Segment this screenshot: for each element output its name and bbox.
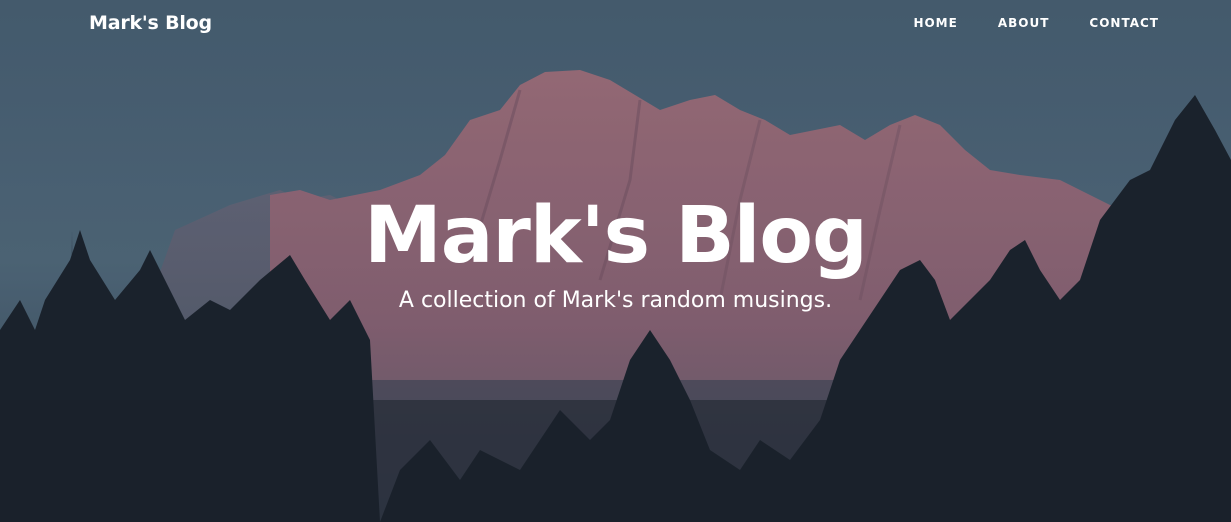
nav-link-about[interactable]: ABOUT	[998, 16, 1050, 30]
hero-heading-block: Mark's Blog A collection of Mark's rando…	[0, 190, 1231, 313]
hero-subtitle: A collection of Mark's random musings.	[398, 288, 833, 313]
hero-section: Mark's Blog HOME ABOUT CONTACT Mark's Bl…	[0, 0, 1231, 522]
navbar: Mark's Blog HOME ABOUT CONTACT	[0, 0, 1231, 48]
brand-link[interactable]: Mark's Blog	[89, 12, 212, 34]
nav-menu: HOME ABOUT CONTACT	[873, 16, 1159, 30]
nav-link-contact[interactable]: CONTACT	[1089, 16, 1159, 30]
hero-title: Mark's Blog	[364, 191, 868, 281]
nav-link-home[interactable]: HOME	[913, 16, 957, 30]
